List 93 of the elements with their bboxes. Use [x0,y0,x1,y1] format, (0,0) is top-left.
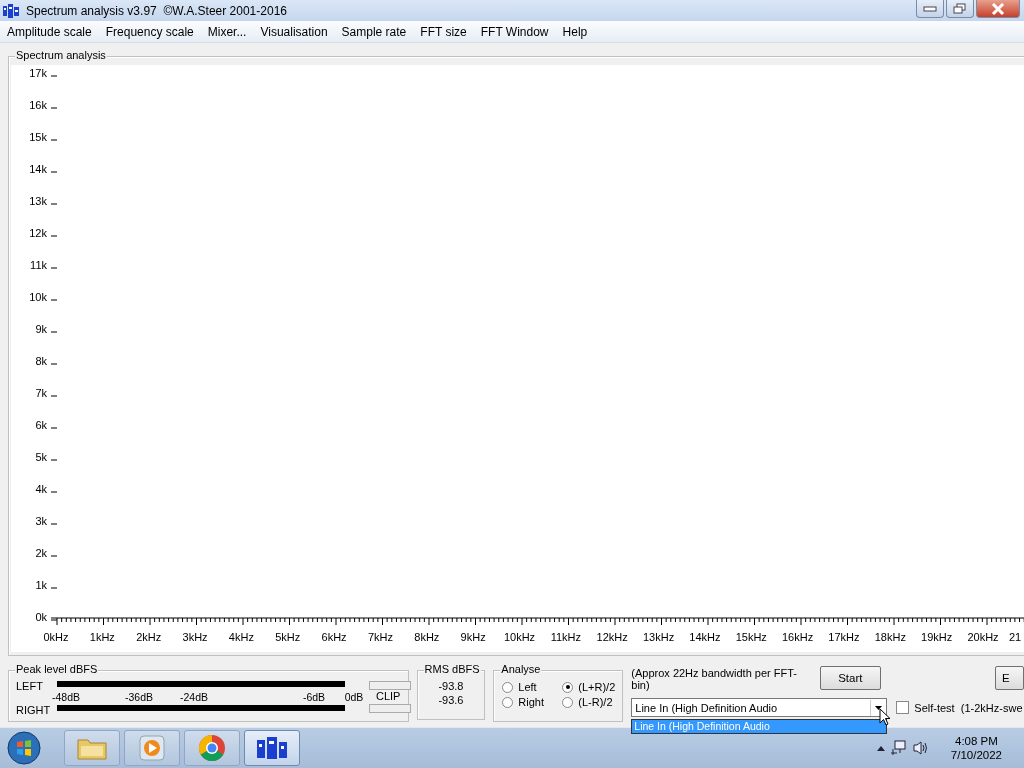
menu-item[interactable]: FFT size [413,24,474,39]
x-axis-label: 10kHz [502,631,537,643]
network-icon[interactable] [890,740,907,756]
y-axis-label: 4k [34,483,47,495]
taskbar-button[interactable] [244,730,300,766]
y-axis-label: 5k [34,451,47,463]
close-button[interactable] [976,0,1020,18]
play-icon [139,735,165,761]
clip-indicator [369,681,411,690]
clock-date: 7/10/2022 [950,749,1002,761]
x-axis-label: 18kHz [873,631,907,643]
channel-label: RIGHT [16,704,51,716]
side-button[interactable]: E [994,666,1024,690]
scale-label: -24dB [180,691,208,703]
y-axis-label: 1k [34,579,47,591]
rms-value: -93.6 [438,694,464,706]
menu-item[interactable]: FFT Window [473,24,556,39]
x-axis-label: 14kHz [688,631,722,643]
menu-item[interactable]: Amplitude scale [0,24,99,39]
grid-icon [3,3,19,18]
radio-option[interactable]: Left [502,681,563,693]
close-icon [991,2,1005,15]
panel-title: RMS dBFS [423,663,481,675]
minimize-button[interactable] [916,0,944,18]
scale-label: -48dB [52,691,80,703]
panel-title: Spectrum analysis [15,49,107,61]
browser-icon [198,734,226,762]
minimize-icon [923,5,937,12]
x-axis-label: 15kHz [734,631,768,643]
x-axis-label: 5kHz [274,631,302,643]
panel-title: Peak level dBFS [15,663,99,675]
y-axis-label: 3k [34,515,47,527]
channel-label: LEFT [16,680,43,692]
self-test-checkbox[interactable]: Self-test (1-2kHz-swe [896,701,1023,714]
y-axis-label: 16k [28,99,47,111]
restore-icon [953,2,967,15]
x-axis-label: 3kHz [181,631,209,643]
x-axis-label: 9kHz [459,631,487,643]
y-axis-label: 15k [28,131,47,143]
panel-title: Analyse [500,663,542,675]
x-axis-label: 16kHz [781,631,815,643]
menu-item[interactable]: Mixer... [200,24,254,39]
x-axis-label: 8kHz [413,631,441,643]
menu-item[interactable]: Visualisation [253,24,335,39]
menu-item[interactable]: Frequency scale [98,24,201,39]
speaker-icon[interactable] [912,740,929,756]
x-axis-label: 13kHz [641,631,676,643]
radio-option[interactable]: (L+R)/2 [562,681,623,693]
x-axis-label: 20kHz [966,631,1000,643]
x-axis-label: 1kHz [88,631,116,643]
y-axis-label: 0k [34,611,47,623]
y-axis-label: 13k [28,195,47,207]
y-axis-label: 17k [28,67,47,79]
start-button[interactable]: Start [819,666,881,690]
start-button[interactable] [6,730,42,766]
scale-label: -36dB [125,691,153,703]
menu-item[interactable]: Help [555,24,595,39]
taskbar-button[interactable] [184,730,240,766]
grid-icon [256,736,288,760]
y-axis-label: 6k [34,419,47,431]
x-axis-label: 19kHz [920,631,954,643]
menu-item[interactable]: Sample rate [334,24,414,39]
scale-label: -6dB [301,691,327,703]
y-axis-label: 11k [29,259,47,271]
radio-option[interactable]: (L-R)/2 [562,696,623,708]
clip-label: CLIP [376,690,401,702]
y-axis-label: 2k [34,547,47,559]
show-hidden-icons-icon[interactable] [876,745,885,751]
y-axis-label: 7k [34,387,47,399]
x-axis-label: 2kHz [135,631,163,643]
y-axis-label: 12k [28,227,47,239]
x-axis-label: 11kHz [549,631,583,643]
x-axis-label: 0kHz [42,631,70,643]
y-axis-label: 14k [28,163,47,175]
x-axis-label: 7kHz [366,631,394,643]
y-axis-label: 8k [34,355,47,367]
x-axis-label: 6kHz [320,631,348,643]
folder-icon [77,736,107,760]
radio-option[interactable]: Right [502,696,563,708]
rms-value: -93.8 [438,680,464,692]
clock-time: 4:08 PM [955,735,998,747]
y-axis-label: 10k [28,291,47,303]
y-axis-label: 9k [34,323,47,335]
x-axis-label: 4kHz [227,631,255,643]
clip-indicator [369,704,411,713]
x-axis-label: 17kHz [827,631,861,643]
input-dropdown[interactable]: Line In (High Definition Audio [631,698,888,717]
x-axis-label: 12kHz [595,631,629,643]
window-title: Spectrum analysis v3.97 ©W.A.Steer 2001-2016 [26,3,287,18]
bandwidth-note: (Approx 22Hz bandwidth per FFT-bin) [631,667,798,691]
scale-label: 0dB [343,691,365,703]
clock[interactable]: 4:08 PM 7/10/2022 [950,735,1002,761]
restore-button[interactable] [946,0,974,18]
